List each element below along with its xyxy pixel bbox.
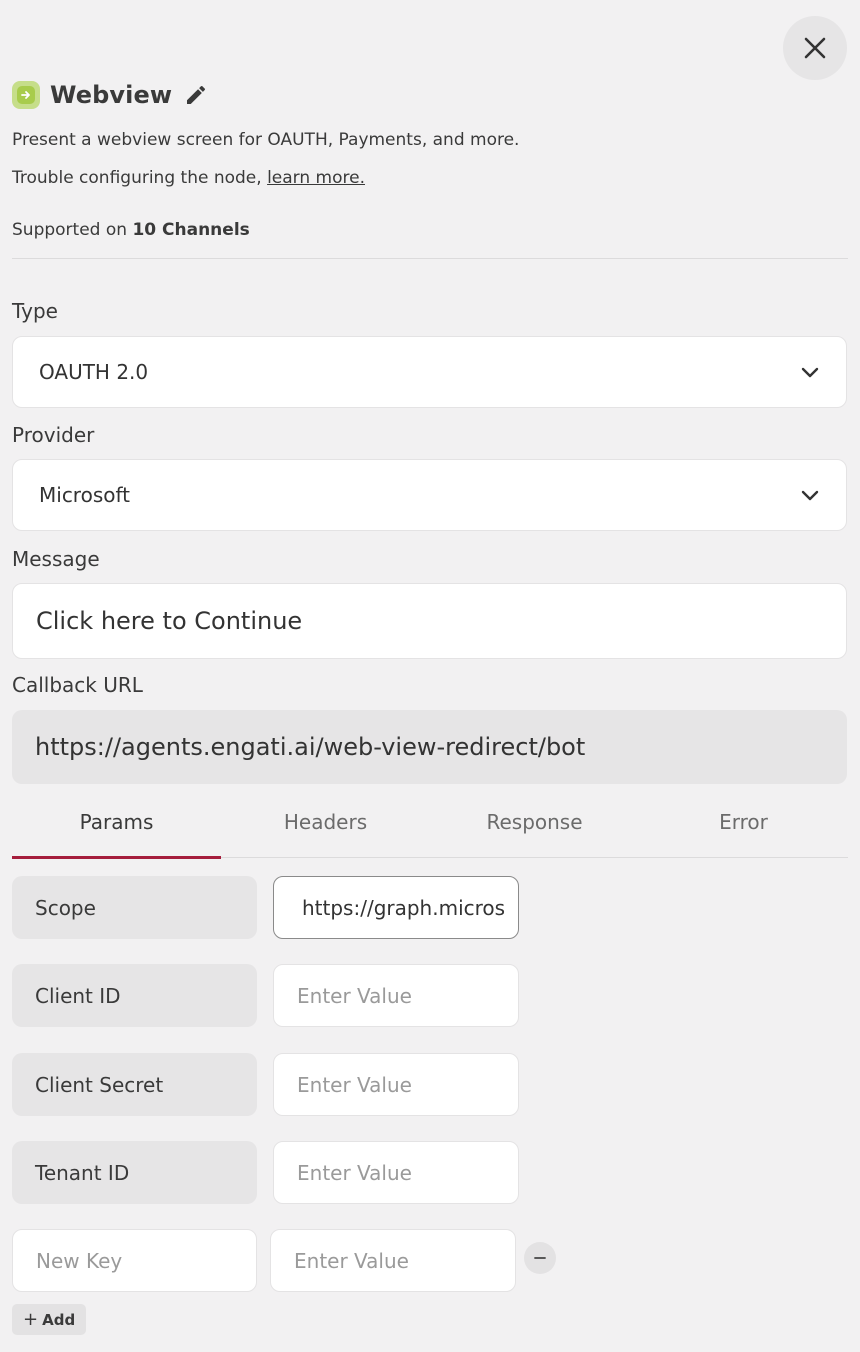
tab-params[interactable]: Params	[12, 786, 221, 859]
webview-node-panel: Webview Present a webview screen for OAU…	[0, 0, 860, 1352]
pencil-icon[interactable]	[184, 83, 208, 107]
message-label: Message	[12, 547, 100, 571]
divider	[12, 258, 848, 259]
add-param-label: Add	[42, 1310, 76, 1329]
node-title: Webview	[50, 81, 173, 109]
add-param-button[interactable]: + Add	[12, 1304, 87, 1335]
param-key-scope: Scope	[12, 876, 257, 939]
help-text: Trouble configuring the node, learn more…	[12, 168, 365, 188]
param-value-tenant-id[interactable]: Enter Value	[273, 1141, 519, 1204]
type-select-value: OAUTH 2.0	[39, 360, 149, 384]
new-value-input[interactable]: Enter Value	[270, 1229, 516, 1292]
callback-url-field: https://agents.engati.ai/web-view-redire…	[12, 710, 847, 784]
close-icon	[804, 37, 826, 59]
remove-param-button[interactable]	[524, 1242, 556, 1274]
chevron-down-icon	[801, 367, 819, 378]
message-input[interactable]: Click here to Continue	[12, 583, 847, 659]
learn-more-link[interactable]: learn more.	[267, 168, 365, 188]
supported-channels: Supported on 10 Channels	[12, 220, 250, 240]
provider-select-value: Microsoft	[39, 483, 131, 507]
supported-prefix: Supported on	[12, 220, 128, 240]
tab-headers[interactable]: Headers	[221, 786, 430, 858]
minus-icon	[534, 1257, 546, 1259]
config-tabs: Params Headers Response Error	[12, 786, 848, 859]
param-key-client-secret: Client Secret	[12, 1053, 257, 1116]
callback-url-label: Callback URL	[12, 673, 143, 697]
webview-node-icon	[12, 81, 40, 109]
param-key-client-id: Client ID	[12, 964, 257, 1027]
tab-error[interactable]: Error	[639, 786, 848, 858]
plus-icon: +	[23, 1309, 39, 1330]
help-text-prefix: Trouble configuring the node,	[12, 168, 262, 188]
provider-label: Provider	[12, 423, 95, 447]
type-select[interactable]: OAUTH 2.0	[12, 336, 847, 408]
new-key-input[interactable]: New Key	[12, 1229, 257, 1292]
param-value-scope[interactable]: https://graph.micros	[273, 876, 519, 939]
close-button[interactable]	[783, 16, 847, 80]
param-value-client-id[interactable]: Enter Value	[273, 964, 519, 1027]
chevron-down-icon	[801, 490, 819, 501]
provider-select[interactable]: Microsoft	[12, 459, 847, 531]
node-description: Present a webview screen for OAUTH, Paym…	[12, 130, 520, 150]
tab-response[interactable]: Response	[430, 786, 639, 858]
param-value-client-secret[interactable]: Enter Value	[273, 1053, 519, 1116]
channel-count[interactable]: 10 Channels	[132, 220, 249, 240]
param-key-tenant-id: Tenant ID	[12, 1141, 257, 1204]
node-header: Webview	[12, 78, 208, 112]
type-label: Type	[12, 299, 58, 323]
